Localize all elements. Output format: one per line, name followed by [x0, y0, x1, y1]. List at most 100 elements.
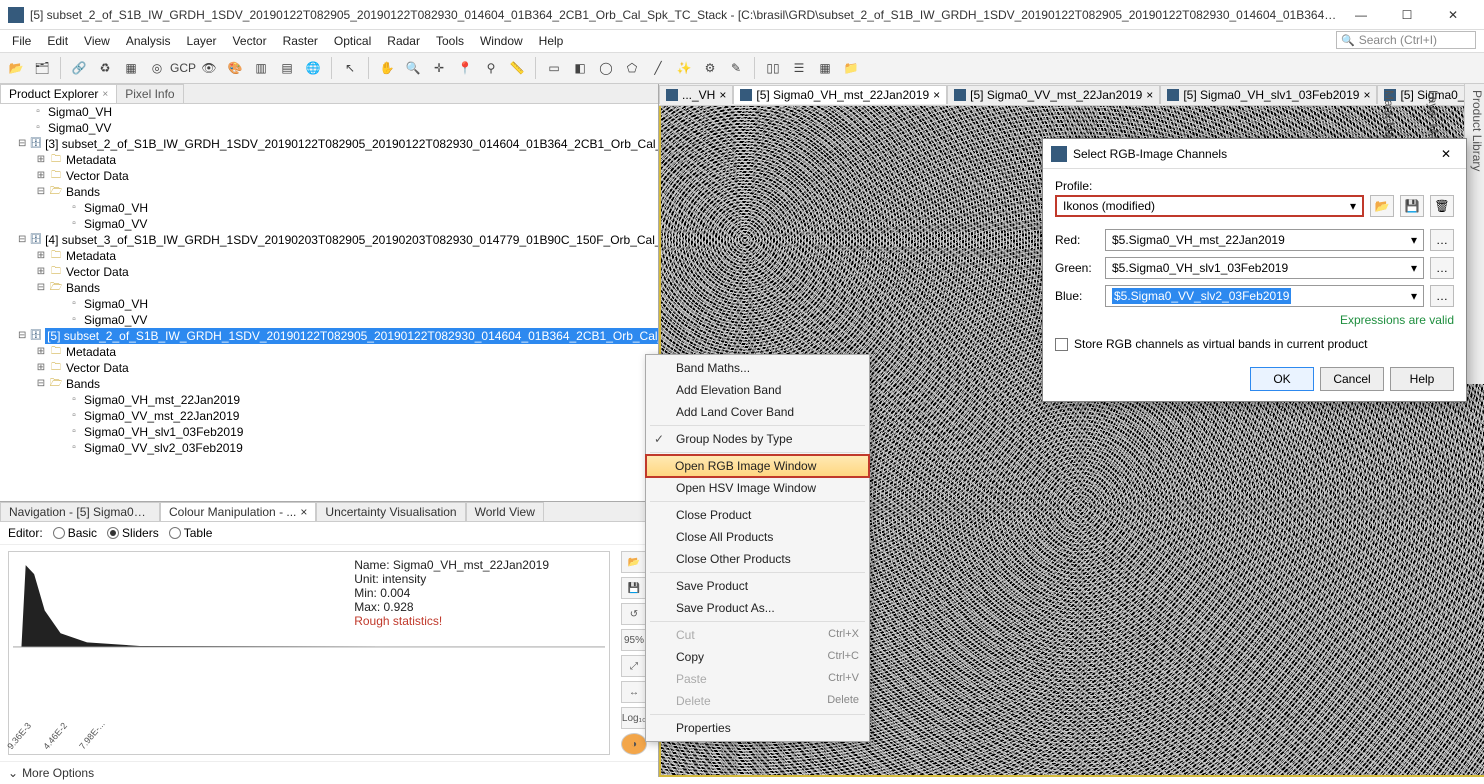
ctx-open-rgb[interactable]: Open RGB Image Window [645, 454, 870, 478]
green-expr-button[interactable]: … [1430, 257, 1454, 279]
ctx-close-product[interactable]: Close Product [646, 504, 869, 526]
grid-a-icon[interactable]: ▥ [249, 56, 273, 80]
product-node-selected[interactable]: [5] subset_2_of_S1B_IW_GRDH_1SDV_2019012… [45, 328, 658, 344]
radio-table[interactable]: Table [169, 526, 213, 540]
band-node[interactable]: Sigma0_VH [48, 104, 112, 120]
draw-poly-icon[interactable]: ⬠ [620, 56, 644, 80]
reset-icon[interactable]: ↺ [621, 603, 647, 625]
maximize-button[interactable]: ☐ [1384, 0, 1430, 30]
histogram-plot[interactable]: 9.36E-3 4.46E-2 7.98E-... Name: Sigma0_V… [8, 551, 610, 755]
select-rect-icon[interactable]: ▭ [542, 56, 566, 80]
close-button[interactable]: ✕ [1430, 0, 1476, 30]
tile-grid-icon[interactable]: ▦ [813, 56, 837, 80]
help-button[interactable]: Help [1390, 367, 1454, 391]
ok-button[interactable]: OK [1250, 367, 1314, 391]
ctx-close-all[interactable]: Close All Products [646, 526, 869, 548]
ctx-properties[interactable]: Properties [646, 717, 869, 739]
pin-icon[interactable]: 📍 [453, 56, 477, 80]
layer-icon[interactable]: ▦ [119, 56, 143, 80]
ruler-icon[interactable]: 📏 [505, 56, 529, 80]
draw-ellipse-icon[interactable]: ◯ [594, 56, 618, 80]
product-node[interactable]: [3] subset_2_of_S1B_IW_GRDH_1SDV_2019012… [45, 136, 658, 152]
sliders-icon[interactable]: ⚙ [698, 56, 722, 80]
folder-icon[interactable]: 📁 [839, 56, 863, 80]
ctx-save[interactable]: Save Product [646, 575, 869, 597]
save-icon[interactable]: 💾 [621, 577, 647, 599]
wand-icon[interactable]: ✨ [672, 56, 696, 80]
open-multi-icon[interactable]: 🗂 [30, 56, 54, 80]
gcp-icon[interactable]: GCP [171, 56, 195, 80]
cycle-icon[interactable]: ♻ [93, 56, 117, 80]
ctx-save-as[interactable]: Save Product As... [646, 597, 869, 619]
zoom-icon[interactable]: 🔍 [401, 56, 425, 80]
close-icon[interactable]: × [102, 89, 108, 100]
menu-window[interactable]: Window [472, 32, 531, 50]
search-input[interactable]: Search (Ctrl+I) [1336, 31, 1476, 49]
tab-world-view[interactable]: World View [466, 502, 544, 521]
crosshair-icon[interactable]: ✛ [427, 56, 451, 80]
open-profile-button[interactable]: 📂 [1370, 195, 1394, 217]
menu-optical[interactable]: Optical [326, 32, 379, 50]
side-tab-product-library[interactable]: Product Library [1470, 90, 1484, 384]
tile-h-icon[interactable]: ▯▯ [761, 56, 785, 80]
image-tab[interactable]: [5] Sigma0_VH_slv1_03Feb2019× [1160, 85, 1377, 104]
tab-navigation[interactable]: Navigation - [5] Sigma0_V... [0, 502, 160, 521]
menu-file[interactable]: File [4, 32, 39, 50]
ctx-add-elevation[interactable]: Add Elevation Band [646, 379, 869, 401]
ctx-close-other[interactable]: Close Other Products [646, 548, 869, 570]
menu-tools[interactable]: Tools [428, 32, 472, 50]
product-tree[interactable]: ▫Sigma0_VH ▫Sigma0_VV ⊟🗄[3] subset_2_of_… [0, 104, 658, 502]
grid-b-icon[interactable]: ▤ [275, 56, 299, 80]
ctx-add-landcover[interactable]: Add Land Cover Band [646, 401, 869, 423]
cancel-button[interactable]: Cancel [1320, 367, 1384, 391]
open-icon[interactable]: 📂 [4, 56, 28, 80]
more-options-toggle[interactable]: More Options [22, 766, 94, 780]
tile-v-icon[interactable]: ☰ [787, 56, 811, 80]
save-profile-button[interactable]: 💾 [1400, 195, 1424, 217]
product-node[interactable]: [4] subset_3_of_S1B_IW_GRDH_1SDV_2019020… [45, 232, 658, 248]
color-icon[interactable]: 🎨 [223, 56, 247, 80]
draw-rect-icon[interactable]: ◧ [568, 56, 592, 80]
pencil-icon[interactable]: ✎ [724, 56, 748, 80]
tab-product-explorer[interactable]: Product Explorer × [0, 84, 117, 103]
radio-sliders[interactable]: Sliders [107, 526, 159, 540]
blue-expr-button[interactable]: … [1430, 285, 1454, 307]
menu-edit[interactable]: Edit [39, 32, 76, 50]
wv-icon[interactable]: 🌐 [301, 56, 325, 80]
eye-icon[interactable]: 👁 [197, 56, 221, 80]
minimize-button[interactable]: — [1338, 0, 1384, 30]
pan-icon[interactable]: ✋ [375, 56, 399, 80]
menu-analysis[interactable]: Analysis [118, 32, 179, 50]
image-tab[interactable]: ..._VH× [659, 85, 733, 104]
tab-uncertainty[interactable]: Uncertainty Visualisation [316, 502, 465, 521]
pct-button[interactable]: 95% [621, 629, 647, 651]
profile-combo[interactable]: Ikonos (modified)▾ [1055, 195, 1364, 217]
dialog-close-button[interactable]: ✕ [1434, 147, 1458, 161]
fit-icon[interactable]: ⤢ [621, 655, 647, 677]
image-tab[interactable]: [5] Sigma0_VH_mst_22Jan2019× [733, 85, 947, 104]
ctx-open-hsv[interactable]: Open HSV Image Window [646, 477, 869, 499]
log-button[interactable]: Log₁₀ [621, 707, 647, 729]
menu-raster[interactable]: Raster [275, 32, 326, 50]
ctx-band-maths[interactable]: Band Maths... [646, 357, 869, 379]
target-icon[interactable]: ◎ [145, 56, 169, 80]
chevron-down-icon[interactable]: ⌄ [8, 766, 18, 780]
store-checkbox[interactable] [1055, 338, 1068, 351]
cursor-icon[interactable]: ↖ [338, 56, 362, 80]
color-wheel-icon[interactable]: ◑ [621, 733, 647, 755]
tab-pixel-info[interactable]: Pixel Info [116, 84, 183, 103]
link-icon[interactable]: 🔗 [67, 56, 91, 80]
draw-line-icon[interactable]: ╱ [646, 56, 670, 80]
menu-radar[interactable]: Radar [379, 32, 428, 50]
menu-help[interactable]: Help [531, 32, 572, 50]
radio-basic[interactable]: Basic [53, 526, 97, 540]
open-icon[interactable]: 📂 [621, 551, 647, 573]
tab-colour-manipulation[interactable]: Colour Manipulation - ...× [160, 502, 316, 521]
red-expr-button[interactable]: … [1430, 229, 1454, 251]
close-icon[interactable]: × [300, 505, 307, 519]
red-combo[interactable]: $5.Sigma0_VH_mst_22Jan2019▾ [1105, 229, 1424, 251]
menu-layer[interactable]: Layer [179, 32, 225, 50]
marker-icon[interactable]: ⚲ [479, 56, 503, 80]
ctx-copy[interactable]: CopyCtrl+C [646, 646, 869, 668]
band-node[interactable]: Sigma0_VV [48, 120, 111, 136]
